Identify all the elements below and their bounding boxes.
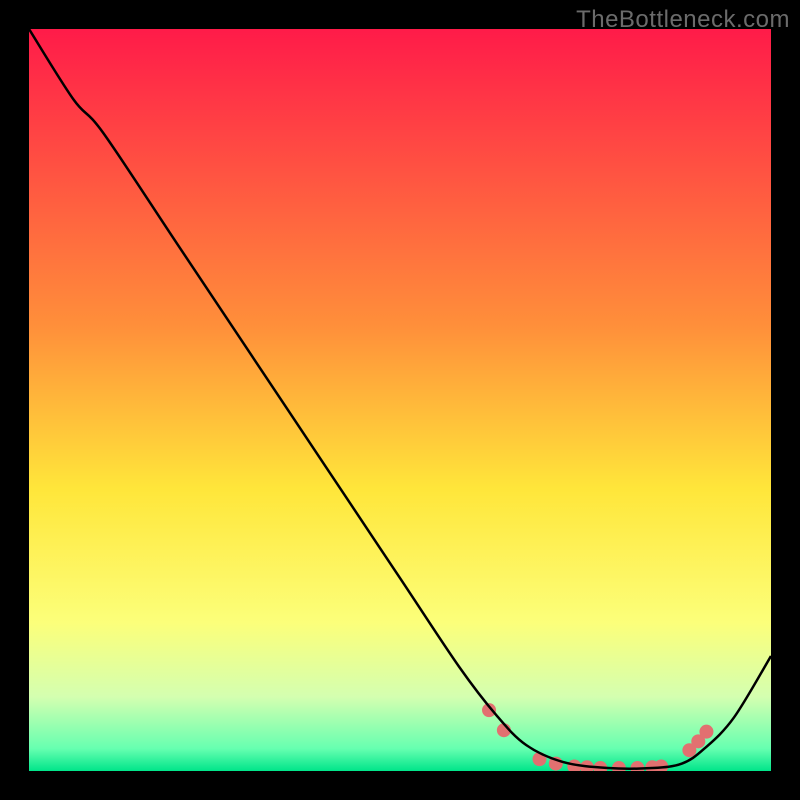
chart-frame: TheBottleneck.com xyxy=(0,0,800,800)
gradient-background xyxy=(29,29,771,771)
plot-area xyxy=(29,29,771,771)
chart-svg xyxy=(29,29,771,771)
curve-marker xyxy=(699,725,713,739)
